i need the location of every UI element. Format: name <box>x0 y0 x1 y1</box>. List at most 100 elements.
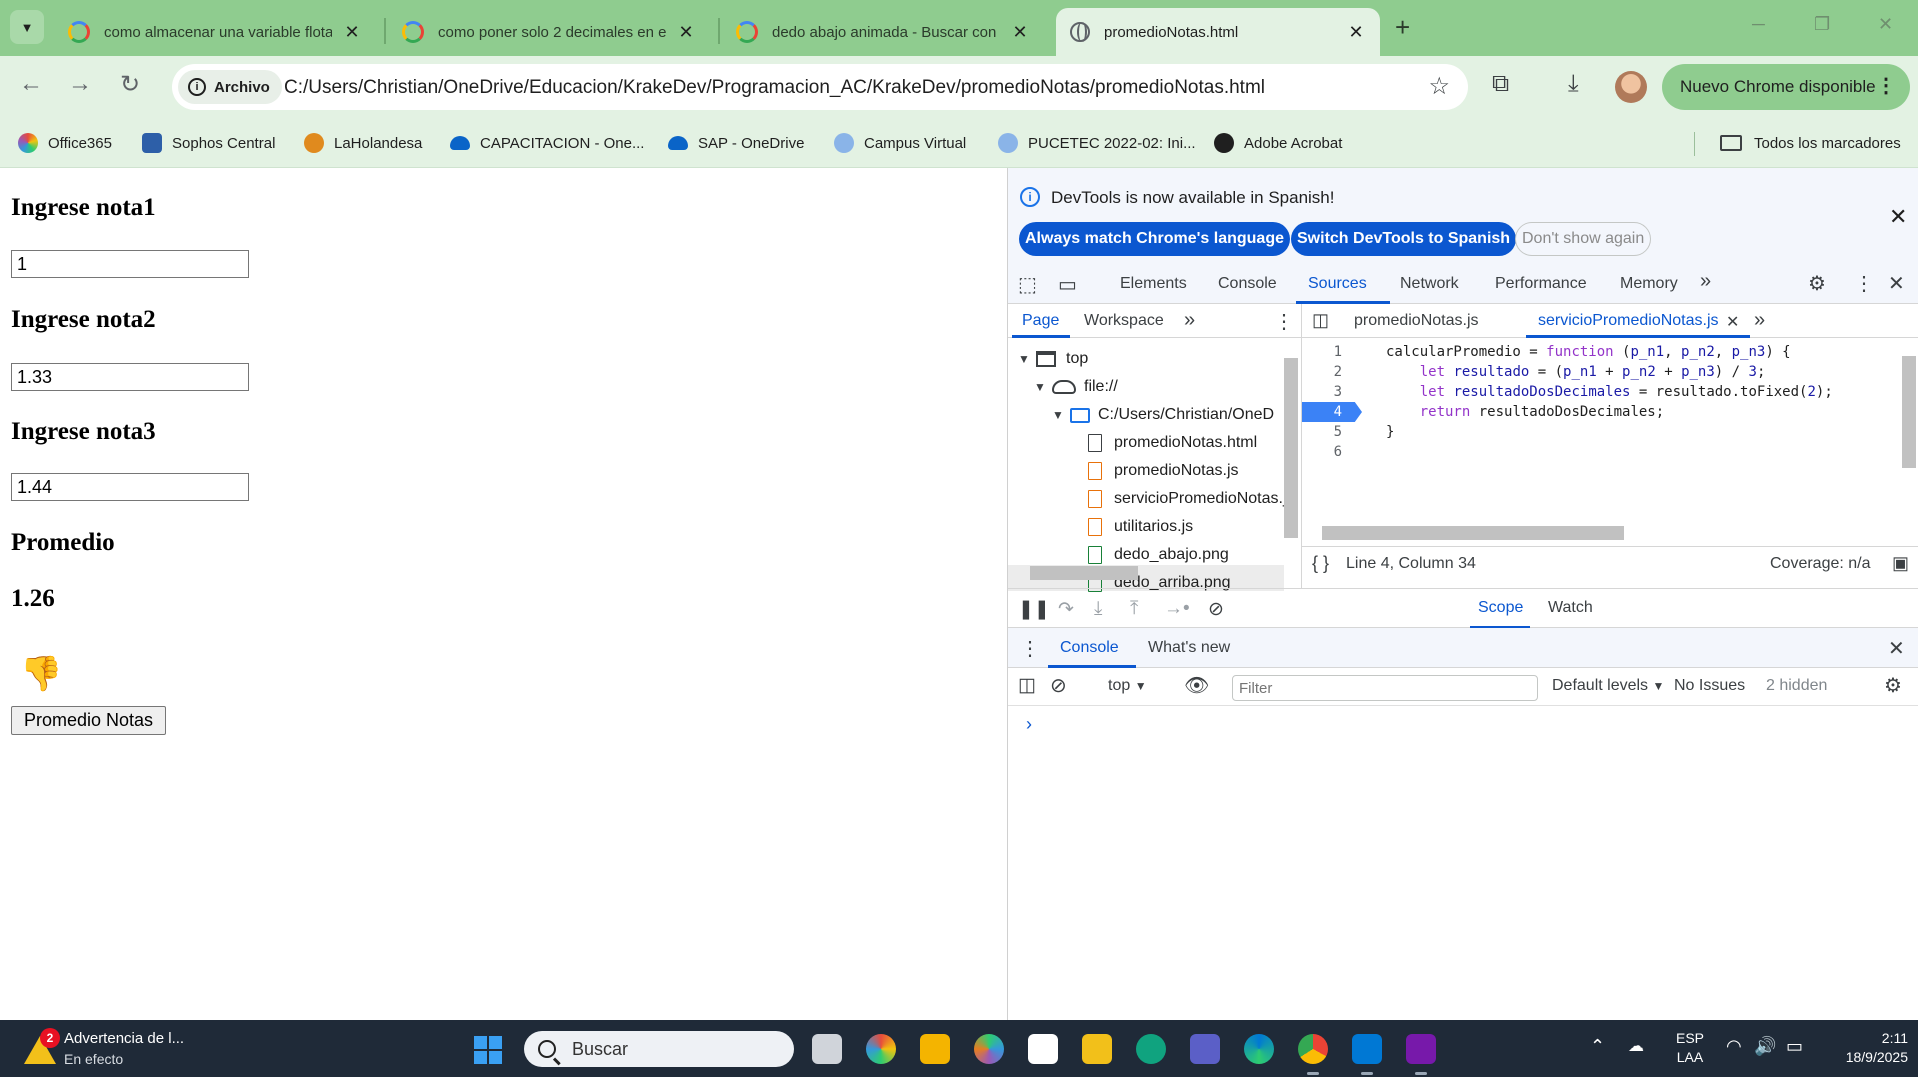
bookmark-laholandesa[interactable]: LaHolandesa <box>304 129 422 157</box>
nota2-input[interactable] <box>11 363 249 391</box>
battery-icon[interactable]: ▭ <box>1786 1036 1803 1057</box>
more-vert-icon[interactable]: ⋮ <box>1020 636 1040 661</box>
toggle-navigator-icon[interactable]: ◫ <box>1312 310 1329 331</box>
gear-icon[interactable]: ⚙ <box>1808 271 1826 296</box>
more-vert-icon[interactable]: ⋮ <box>1854 271 1874 296</box>
bookmark-adobe-acrobat[interactable]: Adobe Acrobat <box>1214 129 1342 157</box>
pause-icon[interactable]: ❚❚ <box>1018 598 1050 621</box>
gear-icon[interactable]: ⚙ <box>1884 673 1902 698</box>
bookmark-pucetec[interactable]: PUCETEC 2022-02: Ini... <box>998 129 1196 157</box>
issues-count[interactable]: No Issues <box>1674 677 1745 695</box>
line-number[interactable]: 6 <box>1302 442 1362 462</box>
clear-console-icon[interactable]: ⊘ <box>1050 673 1067 698</box>
default-levels-dropdown[interactable]: Default levels ▼ <box>1552 677 1664 695</box>
tab-1[interactable]: como almacenar una variable flota ✕ <box>54 8 376 56</box>
bookmark-campus-virtual[interactable]: Campus Virtual <box>834 129 966 157</box>
url-text[interactable]: C:/Users/Christian/OneDrive/Educacion/Kr… <box>284 77 1265 99</box>
tab-performance[interactable]: Performance <box>1495 275 1587 293</box>
tree-origin[interactable]: ▼ file:// <box>1034 374 1118 400</box>
minimize-icon[interactable]: ─ <box>1752 14 1765 35</box>
bookmark-star-icon[interactable]: ☆ <box>1428 72 1450 101</box>
tab-elements[interactable]: Elements <box>1120 275 1187 293</box>
close-devtools-icon[interactable]: ✕ <box>1888 271 1905 296</box>
breakpoint-line-number[interactable]: 4 <box>1302 402 1362 422</box>
switch-to-spanish-button[interactable]: Switch DevTools to Spanish <box>1291 222 1517 256</box>
tab-3[interactable]: dedo abajo animada - Buscar con ✕ <box>722 8 1044 56</box>
m365-icon[interactable] <box>866 1034 896 1064</box>
line-number[interactable]: 2 <box>1302 362 1362 382</box>
reload-icon[interactable]: ↻ <box>113 70 147 99</box>
chevron-up-icon[interactable]: ⌃ <box>1590 1036 1605 1057</box>
close-icon[interactable]: ✕ <box>1346 22 1366 43</box>
tab-sources[interactable]: Sources <box>1308 275 1367 293</box>
more-vert-icon[interactable]: ⋮ <box>1274 309 1294 334</box>
snipping-tool-icon[interactable] <box>1028 1034 1058 1064</box>
restore-icon[interactable]: ❐ <box>1814 14 1830 35</box>
close-icon[interactable]: ✕ <box>1010 22 1030 43</box>
nota1-input[interactable] <box>11 250 249 278</box>
close-infobar-icon[interactable]: ✕ <box>1889 204 1907 230</box>
windows-start-icon[interactable] <box>474 1036 502 1064</box>
line-number[interactable]: 1 <box>1302 342 1362 362</box>
context-selector[interactable]: top ▼ <box>1108 677 1147 695</box>
editor-hscrollbar[interactable] <box>1322 526 1624 540</box>
tab-2[interactable]: como poner solo 2 decimales en e ✕ <box>388 8 710 56</box>
tree-top[interactable]: ▼ top <box>1018 346 1088 372</box>
bookmark-sophos[interactable]: Sophos Central <box>142 129 275 157</box>
device-toolbar-icon[interactable]: ▭ <box>1058 272 1077 297</box>
bookmark-capacitacion[interactable]: CAPACITACION - One... <box>450 129 644 157</box>
tab-search-button[interactable]: ▼ <box>10 10 44 44</box>
navigator-vscrollbar[interactable] <box>1284 358 1298 538</box>
console-prompt-chevron-icon[interactable]: › <box>1026 714 1032 735</box>
editor-vscrollbar[interactable] <box>1902 356 1916 468</box>
bookmark-sap-onedrive[interactable]: SAP - OneDrive <box>668 129 804 157</box>
back-arrow-icon[interactable]: ← <box>14 70 48 98</box>
vscode-icon[interactable] <box>1352 1034 1382 1064</box>
input-language[interactable]: ESP LAA <box>1676 1029 1704 1067</box>
navigator-hscrollbar[interactable] <box>1030 566 1138 580</box>
site-info-chip[interactable]: i Archivo <box>178 70 282 104</box>
chrome-update-button[interactable]: Nuevo Chrome disponible ⋮ <box>1662 64 1910 110</box>
deactivate-breakpoints-icon[interactable]: ⊘ <box>1208 598 1224 621</box>
teams-icon[interactable] <box>1190 1034 1220 1064</box>
line-number[interactable]: 3 <box>1302 382 1362 402</box>
code-area[interactable]: 1 2 3 4 5 6 calcularPromedio = function … <box>1302 342 1902 542</box>
drawer-tab-whats-new[interactable]: What's new <box>1148 639 1230 657</box>
tab-4-active[interactable]: promedioNotas.html ✕ <box>1056 8 1380 56</box>
bookmark-office365[interactable]: Office365 <box>18 129 112 157</box>
onedrive-cloud-icon[interactable]: ☁ <box>1628 1036 1644 1056</box>
step-icon[interactable]: →• <box>1164 598 1190 620</box>
step-over-icon[interactable]: ↷ <box>1058 598 1074 621</box>
system-clock[interactable]: 2:11 18/9/2025 <box>1828 1029 1908 1067</box>
address-bar[interactable]: i Archivo C:/Users/Christian/OneDrive/Ed… <box>172 64 1468 110</box>
tree-file-selected[interactable]: servicioPromedioNotas.js <box>1088 486 1284 512</box>
coverage-icon[interactable]: ▣ <box>1892 553 1909 574</box>
tab-workspace[interactable]: Workspace <box>1084 312 1164 330</box>
close-window-icon[interactable]: ✕ <box>1878 14 1893 35</box>
tab-memory[interactable]: Memory <box>1620 275 1678 293</box>
close-icon[interactable]: ✕ <box>342 22 362 43</box>
more-tabs-icon[interactable]: » <box>1184 309 1195 332</box>
task-view-icon[interactable] <box>812 1034 842 1064</box>
power-bi-icon[interactable] <box>1082 1034 1112 1064</box>
editor-tab-promedionotas[interactable]: promedioNotas.js <box>1354 312 1479 330</box>
drawer-tab-console[interactable]: Console <box>1060 639 1119 657</box>
dont-show-again-button[interactable]: Don't show again <box>1515 222 1652 256</box>
close-icon[interactable]: ✕ <box>1726 312 1739 332</box>
weather-widget[interactable]: 2 <box>22 1028 62 1068</box>
all-bookmarks-folder[interactable]: Todos los marcadores <box>1720 129 1901 157</box>
download-icon[interactable]: ⤓ <box>1568 70 1579 98</box>
more-tabs-icon[interactable]: » <box>1754 309 1765 332</box>
eye-icon[interactable]: 👁 <box>1184 673 1209 698</box>
tab-watch[interactable]: Watch <box>1548 599 1593 617</box>
nota3-input[interactable] <box>11 473 249 501</box>
line-number[interactable]: 5 <box>1302 422 1362 442</box>
weather-title[interactable]: Advertencia de l... <box>64 1030 184 1047</box>
tab-page[interactable]: Page <box>1022 312 1059 330</box>
tab-network[interactable]: Network <box>1400 275 1459 293</box>
always-match-language-button[interactable]: Always match Chrome's language <box>1019 222 1290 256</box>
profile-avatar[interactable] <box>1615 71 1647 103</box>
tree-file[interactable]: promedioNotas.html <box>1088 430 1257 456</box>
tree-folder[interactable]: ▼ C:/Users/Christian/OneD <box>1052 402 1302 428</box>
forward-arrow-icon[interactable]: → <box>63 70 97 98</box>
